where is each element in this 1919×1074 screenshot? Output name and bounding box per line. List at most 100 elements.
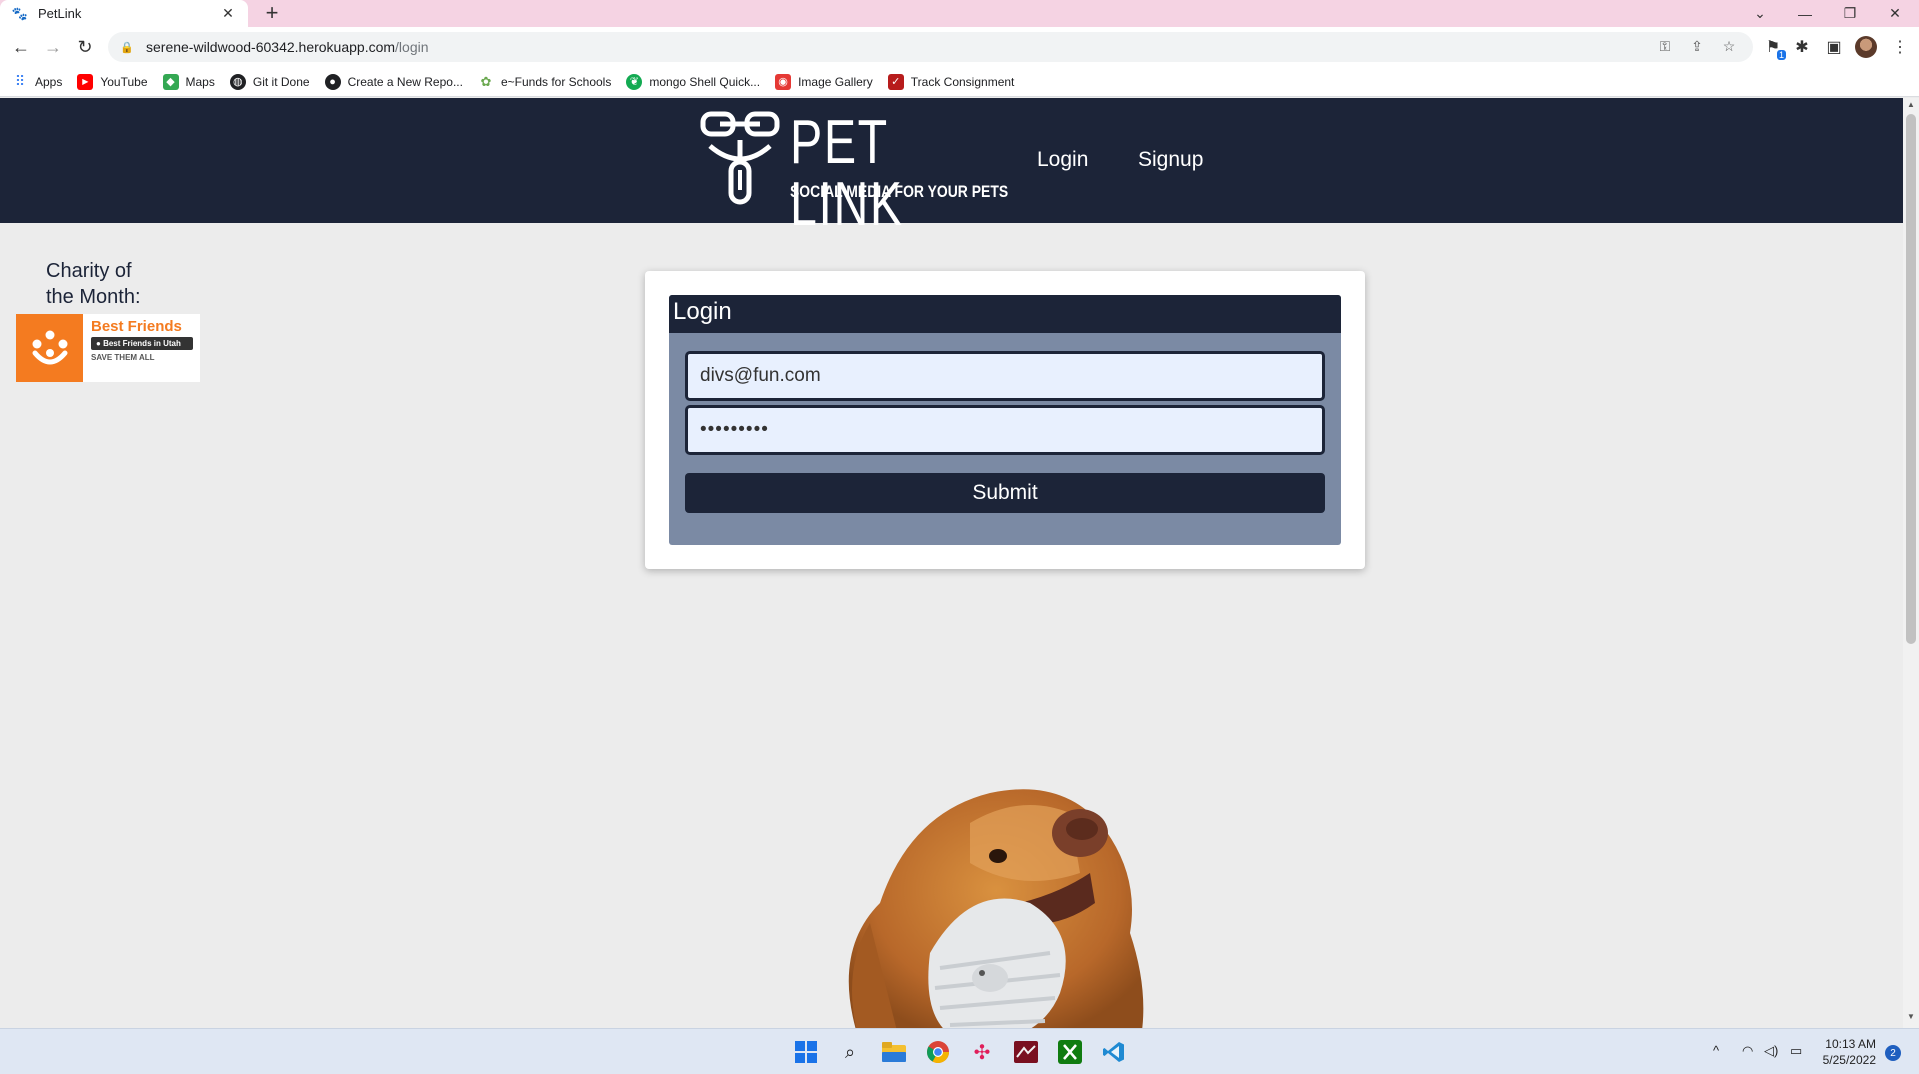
apps-grid-icon: ⠿	[14, 73, 26, 89]
site-header: PET LINK SOCIAL MEDIA FOR YOUR PETS Logi…	[0, 98, 1903, 236]
charity-slogan: SAVE THEM ALL	[91, 353, 155, 362]
browser-tab[interactable]: 🐾 PetLink ✕	[0, 0, 248, 27]
github-icon: ●	[324, 73, 341, 90]
petlink-logo[interactable]: PET LINK SOCIAL MEDIA FOR YOUR PETS	[700, 110, 1008, 236]
login-card: Login divs@fun.com ••••••••• Submit	[645, 271, 1365, 569]
search-icon[interactable]: ⌕	[836, 1038, 864, 1066]
bookmark-label: mongo Shell Quick...	[649, 74, 761, 89]
petlink-favicon-icon: 🐾	[11, 5, 29, 21]
bookmark-star-icon[interactable]: ☆	[1720, 38, 1738, 55]
bookmark-image-gallery[interactable]: ◉ Image Gallery	[775, 73, 873, 90]
efunds-icon: ✿	[480, 73, 492, 89]
charity-badge[interactable]: Best Friends ● Best Friends in Utah SAVE…	[16, 314, 200, 382]
gallery-icon: ◉	[775, 73, 792, 90]
new-tab-button[interactable]: +	[260, 0, 284, 25]
bookmark-label: e~Funds for Schools	[500, 74, 612, 89]
notification-badge[interactable]: 2	[1885, 1045, 1901, 1061]
scroll-down-icon[interactable]: ▼	[1903, 1012, 1919, 1026]
side-panel-icon[interactable]: ▣	[1823, 36, 1845, 58]
bookmark-label: YouTube	[100, 74, 148, 89]
best-friends-paw-icon	[16, 314, 83, 382]
location-pin-icon: ●	[96, 339, 104, 348]
login-form: Login divs@fun.com ••••••••• Submit	[669, 295, 1341, 545]
extension-badge: 1	[1776, 50, 1786, 60]
url-host: serene-wildwood-60342.herokuapp.com	[146, 39, 396, 55]
wifi-icon[interactable]: ◠	[1742, 1043, 1753, 1059]
clock-date: 5/25/2022	[1822, 1053, 1876, 1067]
back-icon[interactable]: ←	[9, 35, 33, 59]
dog-with-toy-image	[848, 789, 1144, 1028]
xbox-icon[interactable]	[1056, 1038, 1084, 1066]
bookmark-label: Apps	[35, 74, 63, 89]
bookmark-label: Track Consignment	[910, 74, 1015, 89]
share-icon[interactable]: ⇪	[1688, 38, 1706, 55]
tracking-icon: ✓	[887, 73, 904, 90]
globe-icon: ◍	[229, 73, 246, 90]
lock-icon: 🔒	[120, 41, 134, 54]
bookmark-label: Git it Done	[252, 74, 310, 89]
file-explorer-icon[interactable]	[880, 1038, 908, 1066]
page-viewport: PET LINK SOCIAL MEDIA FOR YOUR PETS Logi…	[0, 98, 1903, 1028]
pet-link-logo-icon	[700, 111, 780, 205]
youtube-icon: ▶	[77, 73, 94, 90]
system-clock[interactable]: 10:13 AM 5/25/2022	[1800, 1036, 1876, 1068]
scrollbar-thumb[interactable]	[1906, 114, 1916, 644]
bookmark-mongo[interactable]: ❦ mongo Shell Quick...	[626, 73, 761, 90]
profile-avatar[interactable]	[1855, 36, 1877, 58]
address-bar[interactable]: 🔒 serene-wildwood-60342.herokuapp.com/lo…	[108, 32, 1753, 62]
charity-line-1: Charity of	[46, 260, 132, 282]
charity-name: Best Friends	[91, 318, 182, 335]
forward-icon[interactable]: →	[41, 35, 65, 59]
bookmark-github-repo[interactable]: ● Create a New Repo...	[324, 73, 463, 90]
bookmark-youtube[interactable]: ▶ YouTube	[77, 73, 148, 90]
app-icon[interactable]	[1012, 1038, 1040, 1066]
volume-icon[interactable]: ◁)	[1764, 1043, 1778, 1059]
bookmark-label: Image Gallery	[798, 74, 873, 89]
url-path: /login	[395, 39, 429, 55]
bookmark-apps[interactable]: ⠿ Apps	[12, 73, 63, 90]
maps-icon: ◆	[162, 73, 179, 90]
scroll-up-icon[interactable]: ▲	[1903, 100, 1919, 114]
extension-icon[interactable]: ⚑ 1	[1762, 36, 1786, 60]
charity-line-2: the Month:	[46, 286, 141, 308]
restore-icon[interactable]: ❐	[1830, 0, 1870, 27]
browser-toolbar: ← → ↻ 🔒 serene-wildwood-60342.herokuapp.…	[0, 27, 1919, 67]
menu-kebab-icon[interactable]: ⋮	[1889, 36, 1911, 58]
slack-icon[interactable]: ✣	[968, 1038, 996, 1066]
tab-title: PetLink	[38, 6, 82, 21]
mongodb-icon: ❦	[626, 73, 643, 90]
minimize-icon[interactable]: —	[1785, 0, 1825, 27]
bookmark-label: Maps	[185, 74, 215, 89]
windows-taskbar: ⌕ ✣ ^ ◠ ◁) ▭ 10:13 AM 5/25/2022 2	[0, 1028, 1919, 1074]
tab-close-icon[interactable]: ✕	[220, 5, 236, 22]
bookmarks-bar: ⠿ Apps ▶ YouTube ◆ Maps ◍ Git it Done ● Creat…	[0, 67, 1919, 97]
charity-heading: Charity of the Month:	[46, 258, 141, 310]
chrome-icon[interactable]	[924, 1038, 952, 1066]
bookmark-track-consignment[interactable]: ✓ Track Consignment	[887, 73, 1015, 90]
tray-expand-icon[interactable]: ^	[1713, 1043, 1719, 1058]
vscode-icon[interactable]	[1100, 1038, 1128, 1066]
start-icon[interactable]	[792, 1038, 820, 1066]
page-scrollbar[interactable]: ▲ ▼	[1903, 98, 1919, 1028]
bookmark-label: Create a New Repo...	[347, 74, 463, 89]
tab-search-icon[interactable]: ⌄	[1740, 0, 1780, 27]
bookmark-git-it-done[interactable]: ◍ Git it Done	[229, 73, 310, 90]
charity-location: ● Best Friends in Utah	[91, 337, 193, 350]
nav-signup-link[interactable]: Signup	[1138, 148, 1203, 172]
nav-login-link[interactable]: Login	[1037, 148, 1088, 172]
email-field[interactable]: divs@fun.com	[685, 351, 1325, 401]
logo-tagline: SOCIAL MEDIA FOR YOUR PETS	[790, 182, 1009, 201]
bookmark-maps[interactable]: ◆ Maps	[162, 73, 215, 90]
browser-tab-strip: 🐾 PetLink ✕ + ⌄ — ❐ ✕	[0, 0, 1919, 27]
charity-location-label: Best Friends in Utah	[103, 339, 181, 348]
reload-icon[interactable]: ↻	[73, 35, 97, 59]
login-heading: Login	[669, 295, 1341, 333]
window-close-icon[interactable]: ✕	[1875, 0, 1915, 27]
clock-time: 10:13 AM	[1825, 1037, 1876, 1051]
logo-title: PET LINK	[790, 108, 904, 239]
password-field[interactable]: •••••••••	[685, 405, 1325, 455]
puzzle-extensions-icon[interactable]: ✱	[1791, 36, 1813, 58]
submit-button[interactable]: Submit	[685, 473, 1325, 513]
bookmark-efunds[interactable]: ✿ e~Funds for Schools	[478, 73, 612, 90]
key-icon[interactable]: ⚿	[1656, 38, 1674, 55]
